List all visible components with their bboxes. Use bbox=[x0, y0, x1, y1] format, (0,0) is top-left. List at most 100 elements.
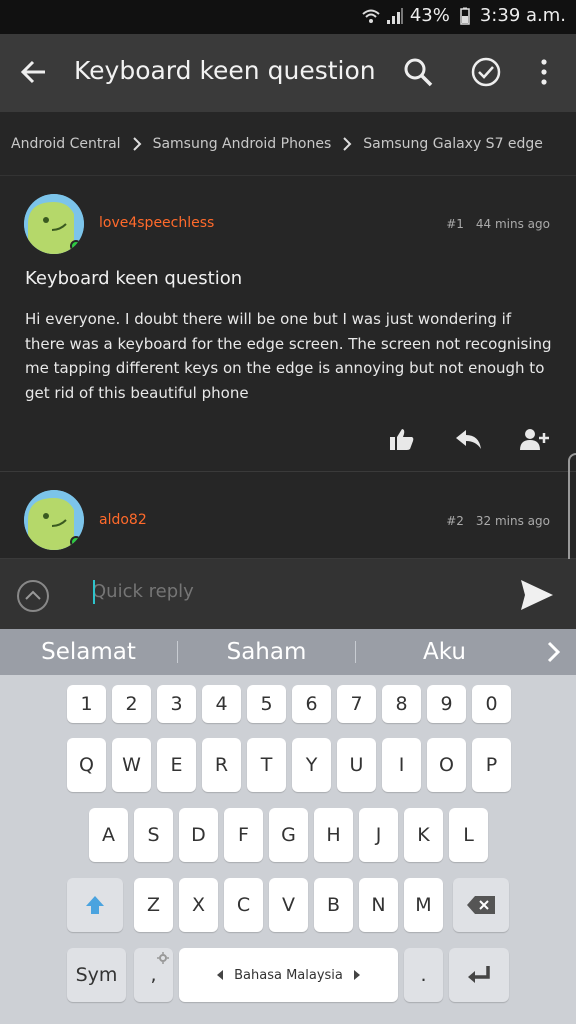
post-number[interactable]: #1 bbox=[446, 217, 464, 231]
key[interactable]: W bbox=[112, 738, 151, 792]
space-key[interactable]: Bahasa Malaysia bbox=[179, 948, 398, 1002]
key[interactable]: E bbox=[157, 738, 196, 792]
like-button[interactable] bbox=[384, 424, 420, 454]
quick-reply-input[interactable] bbox=[92, 581, 492, 602]
post: aldo82 #2 32 mins ago bbox=[0, 472, 576, 559]
post-meta: #1 44 mins ago bbox=[446, 217, 550, 231]
key[interactable]: G bbox=[269, 808, 308, 862]
period-key[interactable]: . bbox=[404, 948, 443, 1002]
key[interactable]: 0 bbox=[472, 685, 511, 723]
backspace-key[interactable] bbox=[453, 878, 509, 932]
page-title: Keyboard keen question bbox=[74, 56, 376, 85]
post-actions bbox=[354, 424, 552, 454]
breadcrumb-item[interactable]: Samsung Android Phones bbox=[153, 136, 332, 152]
follow-user-button[interactable] bbox=[516, 424, 552, 454]
caret-right-icon bbox=[353, 970, 360, 980]
key[interactable]: P bbox=[472, 738, 511, 792]
chevron-right-icon bbox=[343, 136, 352, 151]
chevron-up-icon bbox=[25, 590, 41, 600]
post-number[interactable]: #2 bbox=[446, 514, 464, 528]
key[interactable]: 5 bbox=[247, 685, 286, 723]
key[interactable]: Y bbox=[292, 738, 331, 792]
chevron-right-icon[interactable] bbox=[546, 641, 562, 663]
clock: 3:39 a.m. bbox=[479, 5, 566, 26]
key[interactable]: 4 bbox=[202, 685, 241, 723]
post-title: Keyboard keen question bbox=[25, 268, 243, 289]
battery-icon bbox=[460, 7, 470, 25]
post-time: 32 mins ago bbox=[475, 514, 550, 528]
suggestion-item[interactable]: Saham bbox=[178, 639, 355, 665]
post-body: Hi everyone. I doubt there will be one b… bbox=[25, 310, 552, 402]
key[interactable]: T bbox=[247, 738, 286, 792]
reply-icon bbox=[456, 430, 481, 449]
expand-button[interactable] bbox=[17, 580, 49, 612]
reply-button[interactable] bbox=[450, 424, 486, 454]
sym-key[interactable]: Sym bbox=[67, 948, 126, 1002]
key[interactable]: A bbox=[89, 808, 128, 862]
breadcrumb: Android Central Samsung Android Phones S… bbox=[0, 112, 576, 176]
check-circle-icon[interactable] bbox=[470, 56, 502, 88]
key[interactable]: K bbox=[404, 808, 443, 862]
key[interactable]: U bbox=[337, 738, 376, 792]
comma-key[interactable]: , bbox=[134, 948, 173, 1002]
app-bar: Keyboard keen question bbox=[0, 34, 576, 112]
suggestion-item[interactable]: Aku bbox=[356, 639, 533, 665]
enter-key[interactable] bbox=[449, 948, 509, 1002]
gear-icon bbox=[157, 952, 169, 964]
avatar[interactable] bbox=[24, 490, 84, 550]
key[interactable]: M bbox=[404, 878, 443, 932]
key[interactable]: Q bbox=[67, 738, 106, 792]
key[interactable]: I bbox=[382, 738, 421, 792]
key[interactable]: D bbox=[179, 808, 218, 862]
backspace-icon bbox=[467, 896, 495, 914]
key[interactable]: V bbox=[269, 878, 308, 932]
post-meta: #2 32 mins ago bbox=[446, 514, 550, 528]
username-link[interactable]: love4speechless bbox=[99, 215, 214, 231]
shift-icon bbox=[86, 896, 104, 914]
add-person-icon bbox=[520, 429, 549, 450]
keyboard: 1 2 3 4 5 6 7 8 9 0 Q W E R T Y U I O P … bbox=[0, 675, 576, 1024]
breadcrumb-item[interactable]: Android Central bbox=[11, 136, 121, 152]
key[interactable]: X bbox=[179, 878, 218, 932]
search-icon[interactable] bbox=[402, 56, 434, 88]
breadcrumb-item[interactable]: Samsung Galaxy S7 edge bbox=[363, 136, 543, 152]
key[interactable]: Z bbox=[134, 878, 173, 932]
key[interactable]: O bbox=[427, 738, 466, 792]
send-icon[interactable] bbox=[519, 578, 555, 612]
comma-label: , bbox=[150, 964, 157, 986]
quick-reply-bar bbox=[0, 559, 576, 629]
key[interactable]: 9 bbox=[427, 685, 466, 723]
online-indicator bbox=[70, 536, 82, 548]
username-link[interactable]: aldo82 bbox=[99, 512, 147, 528]
online-indicator bbox=[70, 240, 82, 252]
key[interactable]: 8 bbox=[382, 685, 421, 723]
key[interactable]: 1 bbox=[67, 685, 106, 723]
key[interactable]: C bbox=[224, 878, 263, 932]
language-label: Bahasa Malaysia bbox=[234, 967, 343, 983]
post-time: 44 mins ago bbox=[475, 217, 550, 231]
key[interactable]: R bbox=[202, 738, 241, 792]
post: love4speechless #1 44 mins ago Keyboard … bbox=[0, 176, 576, 472]
key[interactable]: F bbox=[224, 808, 263, 862]
enter-icon bbox=[468, 966, 490, 983]
avatar[interactable] bbox=[24, 194, 84, 254]
key[interactable]: H bbox=[314, 808, 353, 862]
key[interactable]: S bbox=[134, 808, 173, 862]
thumbs-up-icon bbox=[390, 429, 414, 450]
status-bar: 43% 3:39 a.m. bbox=[0, 0, 576, 34]
text-cursor bbox=[93, 580, 95, 604]
shift-key[interactable] bbox=[67, 878, 123, 932]
key[interactable]: 6 bbox=[292, 685, 331, 723]
key[interactable]: L bbox=[449, 808, 488, 862]
key[interactable]: 2 bbox=[112, 685, 151, 723]
key[interactable]: N bbox=[359, 878, 398, 932]
more-vert-icon[interactable] bbox=[528, 56, 560, 88]
key[interactable]: 3 bbox=[157, 685, 196, 723]
back-arrow-icon[interactable] bbox=[18, 56, 50, 88]
chevron-right-icon bbox=[132, 136, 141, 151]
key[interactable]: 7 bbox=[337, 685, 376, 723]
suggestion-item[interactable]: Selamat bbox=[0, 639, 177, 665]
key[interactable]: J bbox=[359, 808, 398, 862]
caret-left-icon bbox=[217, 970, 224, 980]
key[interactable]: B bbox=[314, 878, 353, 932]
